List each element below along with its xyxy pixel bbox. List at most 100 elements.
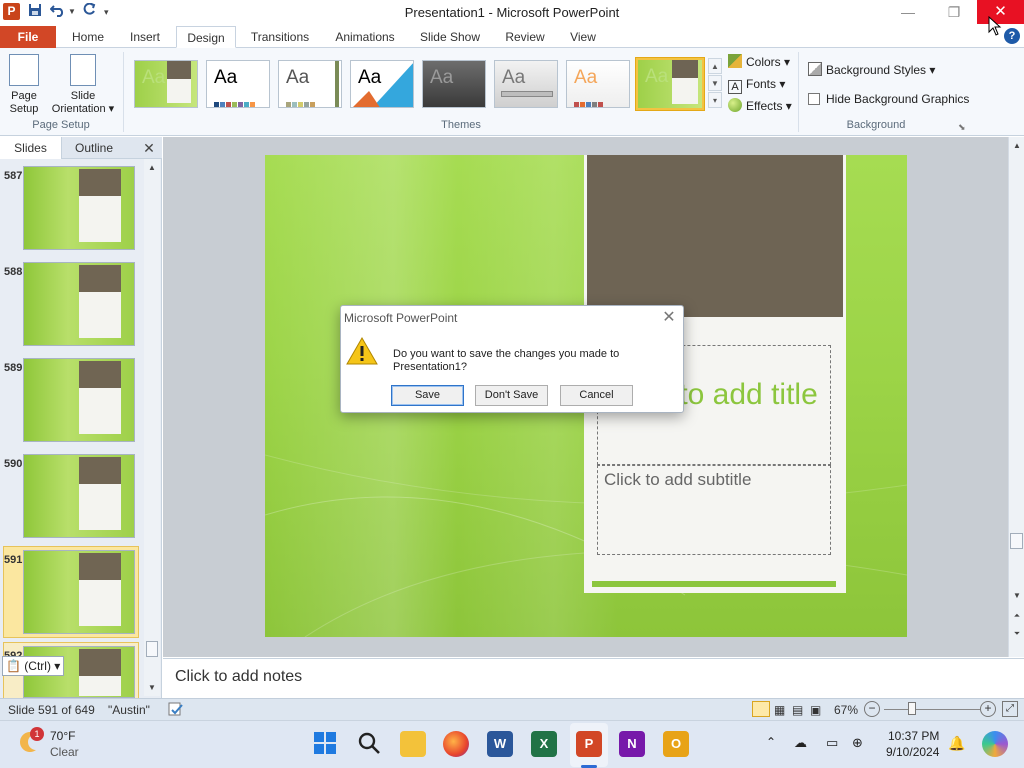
theme-apex-thumb[interactable]: Aa [422,60,486,108]
display-icon[interactable]: ▭ [826,735,838,751]
theme-angles-thumb[interactable]: Aa [350,60,414,108]
slide-thumbnail[interactable] [23,358,135,442]
warning-icon [346,336,378,365]
network-icon[interactable]: ⊕ [852,735,863,751]
zoom-slider-thumb[interactable] [908,702,916,715]
powerpoint-icon[interactable]: P [576,731,602,757]
spell-check-icon[interactable] [168,701,184,720]
paste-options-button[interactable]: 📋 (Ctrl) ▾ [2,656,64,676]
slide-thumbnail-selected[interactable] [23,550,135,634]
slides-pane: Slides Outline ✕ 587 588 589 590 591 592… [0,137,162,734]
outlook-icon[interactable]: O [663,731,689,757]
clock-date[interactable]: 9/10/2024 [886,745,939,759]
cancel-button[interactable]: Cancel [560,385,633,406]
minimize-button[interactable]: — [885,0,931,24]
slide-show-view-icon[interactable]: ▣ [810,703,821,717]
slide-number: 588 [4,266,23,278]
zoom-out-icon[interactable]: − [864,701,880,717]
dont-save-button[interactable]: Don't Save [475,385,548,406]
tab-design[interactable]: Design [176,26,236,48]
theme-sample-text: Aa [214,67,238,88]
hide-background-graphics-checkbox[interactable]: Hide Background Graphics [808,90,969,108]
word-icon[interactable]: W [487,731,513,757]
hide-background-graphics-label: Hide Background Graphics [826,92,970,106]
slide-sorter-view-icon[interactable]: ▦ [774,703,785,717]
slide-thumbnail[interactable] [23,166,135,250]
slide-thumbnail[interactable] [23,454,135,538]
zoom-level[interactable]: 67% [834,703,858,717]
notes-pane[interactable]: Click to add notes [163,658,1024,698]
gallery-scroll-up-icon[interactable]: ▲ [708,58,722,74]
windows-taskbar: 1 70°F Clear W X P N O ⌃ ☁ ▭ ⊕ 10:37 PM … [0,720,1024,768]
weather-widget[interactable]: 1 [16,727,44,755]
previous-slide-icon[interactable]: ⏶ [1009,609,1024,623]
clock-time[interactable]: 10:37 PM [888,729,939,743]
tab-outline[interactable]: Outline [62,137,126,159]
search-icon[interactable] [356,731,382,757]
theme-austin-thumb[interactable]: Aa [134,60,198,108]
zoom-slider-track[interactable] [884,709,980,710]
normal-view-icon[interactable] [752,701,770,717]
fonts-button[interactable]: A Fonts ▾ [728,75,785,94]
colors-button[interactable]: Colors ▾ [728,53,790,71]
tab-transitions[interactable]: Transitions [242,26,318,48]
firefox-icon[interactable] [443,731,469,757]
scroll-down-icon[interactable]: ▼ [144,681,160,695]
tab-review[interactable]: Review [498,26,552,48]
tab-file[interactable]: File [0,26,56,48]
scroll-up-icon[interactable]: ▲ [1009,139,1024,153]
gallery-more-icon[interactable]: ▾ [708,92,722,108]
tab-slide-show[interactable]: Slide Show [412,26,488,48]
copilot-icon[interactable] [982,731,1008,757]
onedrive-icon[interactable]: ☁ [794,735,807,751]
windows-start-icon[interactable] [312,731,338,757]
show-hidden-icons-icon[interactable]: ⌃ [766,735,776,749]
scroll-down-icon[interactable]: ▼ [1009,589,1024,603]
onenote-icon[interactable]: N [619,731,645,757]
notes-placeholder[interactable]: Click to add notes [175,668,302,686]
page-setup-button[interactable]: Page Setup [2,52,46,116]
effects-button[interactable]: Effects ▾ [728,97,792,115]
reading-view-icon[interactable]: ▤ [792,703,803,717]
scroll-thumb[interactable] [1010,533,1023,549]
restore-button[interactable]: ❐ [931,0,977,24]
slide-vertical-scrollbar[interactable]: ▲ ▼ ⏶ ⏷ [1008,137,1024,657]
slide-thumbnail[interactable] [23,262,135,346]
theme-aspect-thumb[interactable]: Aa [566,60,630,108]
subtitle-placeholder[interactable]: Click to add subtitle [597,465,831,555]
tab-home[interactable]: Home [64,26,112,48]
help-icon[interactable]: ? [1004,28,1020,44]
weather-temperature[interactable]: 70°F [50,729,75,743]
mouse-pointer-icon [988,15,1002,39]
theme-name-indicator[interactable]: "Austin" [108,703,150,717]
tab-slides[interactable]: Slides [0,137,62,159]
scroll-up-icon[interactable]: ▲ [144,161,160,175]
zoom-in-icon[interactable]: + [980,701,996,717]
notification-bell-icon[interactable]: 🔔 [948,735,965,752]
group-label-page-setup: Page Setup [32,119,90,131]
close-pane-icon[interactable]: ✕ [140,139,158,157]
tab-animations[interactable]: Animations [326,26,404,48]
dialog-launcher-icon[interactable]: ⬊ [958,122,966,133]
theme-apothecary-thumb[interactable]: Aa [494,60,558,108]
theme-current-austin-thumb[interactable]: Aa [636,58,704,110]
theme-office-thumb[interactable]: Aa [206,60,270,108]
weather-description[interactable]: Clear [50,745,79,759]
dialog-close-icon[interactable]: ✕ [659,308,679,328]
gallery-scroll-down-icon[interactable]: ▼ [708,75,722,91]
slides-scrollbar[interactable]: ▲ ▼ [144,159,160,696]
tab-view[interactable]: View [560,26,606,48]
slide-orientation-button[interactable]: Slide Orientation ▾ [46,52,120,116]
save-button[interactable]: Save [391,385,464,406]
page-setup-label-2: Setup [9,103,39,115]
next-slide-icon[interactable]: ⏷ [1009,627,1024,641]
theme-adjacency-thumb[interactable]: Aa [278,60,342,108]
colors-label: Colors ▾ [746,55,791,69]
file-explorer-icon[interactable] [400,731,426,757]
theme-sample-text: Aa [286,67,310,88]
excel-icon[interactable]: X [531,731,557,757]
scroll-thumb[interactable] [146,641,158,657]
tab-insert[interactable]: Insert [120,26,170,48]
background-styles-button[interactable]: Background Styles ▾ [808,61,935,79]
fit-slide-icon[interactable]: ⤢ [1002,701,1018,717]
